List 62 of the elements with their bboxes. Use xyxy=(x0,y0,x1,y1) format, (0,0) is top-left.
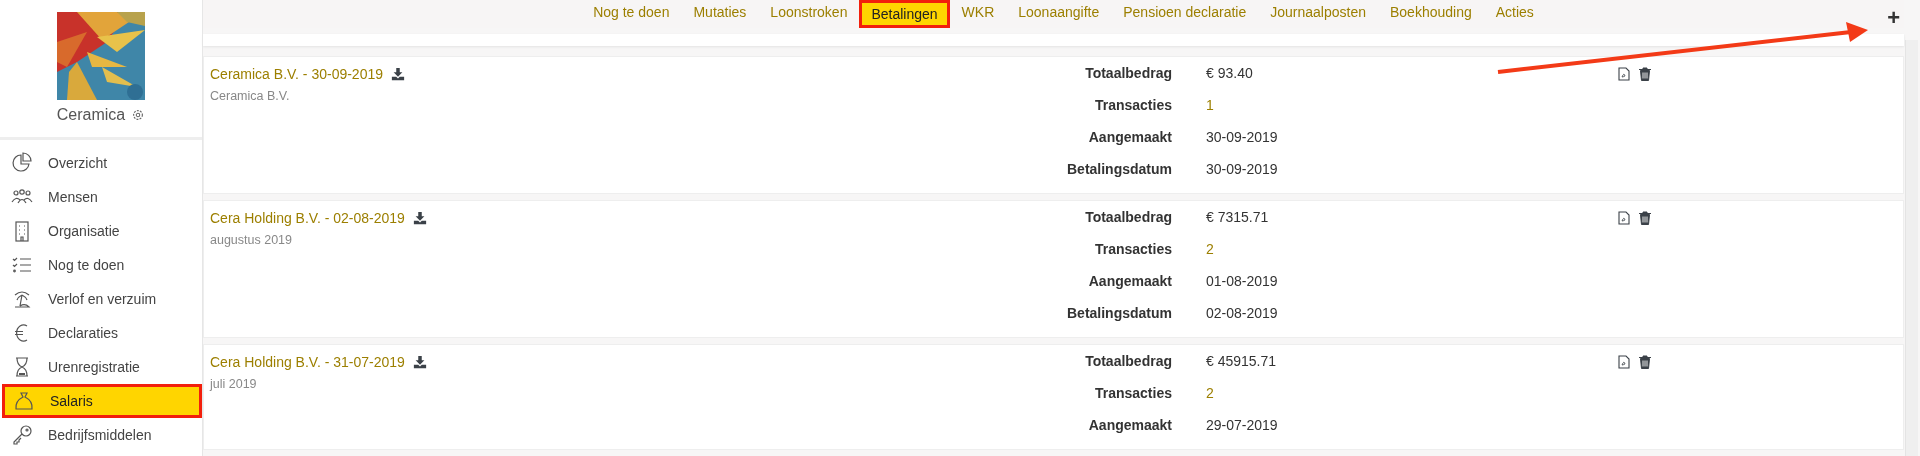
payment-title-link[interactable]: Cera Holding B.V. - 02-08-2019 xyxy=(210,210,405,226)
detail-value: 02-08-2019 xyxy=(1206,305,1279,321)
transactions-link[interactable]: 2 xyxy=(1206,241,1618,257)
sidebar-item[interactable]: Salaris xyxy=(2,384,202,418)
detail-label: Transacties xyxy=(1093,241,1172,257)
tab[interactable]: Loonaangifte xyxy=(1006,0,1112,28)
tab[interactable]: Boekhouding xyxy=(1377,0,1484,28)
payment-subtitle: juli 2019 xyxy=(210,377,258,391)
detail-label: Transacties xyxy=(1093,97,1172,113)
detail-value: 29-07-2019 xyxy=(1206,417,1279,433)
settings-icon[interactable] xyxy=(131,108,146,122)
transactions-link[interactable]: 1 xyxy=(1206,97,1618,113)
tab[interactable]: Pensioen declaratie xyxy=(1111,0,1259,28)
pdf-file-icon[interactable] xyxy=(1618,67,1630,81)
detail-value: € 93.40 xyxy=(1206,65,1254,81)
detail-value: 01-08-2019 xyxy=(1206,273,1279,289)
tab[interactable]: Mutaties xyxy=(681,0,759,28)
tab[interactable]: Betalingen xyxy=(859,0,950,28)
detail-label: Betalingsdatum xyxy=(1066,161,1172,177)
detail-label: Aangemaakt xyxy=(1087,273,1172,289)
detail-label: Betalingsdatum xyxy=(1066,305,1172,321)
key-icon xyxy=(10,423,34,447)
transactions-link[interactable]: 2 xyxy=(1206,385,1618,401)
pie-chart-icon xyxy=(10,151,34,175)
company-name: Ceramica xyxy=(56,106,126,124)
pdf-file-icon[interactable] xyxy=(1618,355,1630,369)
detail-value: 30-09-2019 xyxy=(1206,161,1279,177)
tab[interactable]: Loonstroken xyxy=(758,0,860,28)
detail-label: Totaalbedrag xyxy=(1084,353,1172,369)
payment-title-link[interactable]: Cera Holding B.V. - 31-07-2019 xyxy=(210,354,405,370)
tab[interactable]: Acties xyxy=(1483,0,1546,28)
download-icon[interactable] xyxy=(391,67,406,81)
sidebar-item[interactable]: Organisatie xyxy=(0,214,202,248)
payment-subtitle: Ceramica B.V. xyxy=(210,89,291,103)
money-bag-icon xyxy=(12,389,36,413)
pdf-file-icon[interactable] xyxy=(1618,211,1630,225)
payment-title-link[interactable]: Ceramica B.V. - 30-09-2019 xyxy=(210,66,384,82)
tab[interactable]: Journaalposten xyxy=(1258,0,1378,28)
detail-label: Totaalbedrag xyxy=(1084,65,1172,81)
detail-value: € 45915.71 xyxy=(1206,353,1278,369)
sidebar-item[interactable]: Urenregistratie xyxy=(0,350,202,384)
download-icon[interactable] xyxy=(412,211,427,225)
payment-subtitle: augustus 2019 xyxy=(210,233,293,247)
download-icon[interactable] xyxy=(412,355,427,369)
tab[interactable]: WKR xyxy=(949,0,1007,28)
trash-icon[interactable] xyxy=(1638,355,1652,369)
detail-value: € 7315.71 xyxy=(1206,209,1270,225)
add-button[interactable]: + xyxy=(1883,8,1904,28)
trash-icon[interactable] xyxy=(1638,67,1652,81)
sidebar-item[interactable]: Declaraties xyxy=(0,316,202,350)
detail-label: Totaalbedrag xyxy=(1084,209,1172,225)
tab[interactable]: Nog te doen xyxy=(581,0,682,28)
sidebar-item[interactable]: Nog te doen xyxy=(0,248,202,282)
detail-value: 30-09-2019 xyxy=(1206,129,1279,145)
sidebar-item[interactable]: Overzicht xyxy=(0,146,202,180)
sidebar-item[interactable]: Mensen xyxy=(0,180,202,214)
detail-label: Aangemaakt xyxy=(1087,417,1172,433)
sidebar-item[interactable]: Bedrijfsmiddelen xyxy=(0,418,202,452)
detail-label: Transacties xyxy=(1093,385,1172,401)
sidebar-item[interactable]: Verlof en verzuim xyxy=(0,282,202,316)
detail-label: Aangemaakt xyxy=(1087,129,1172,145)
trash-icon[interactable] xyxy=(1638,211,1652,225)
